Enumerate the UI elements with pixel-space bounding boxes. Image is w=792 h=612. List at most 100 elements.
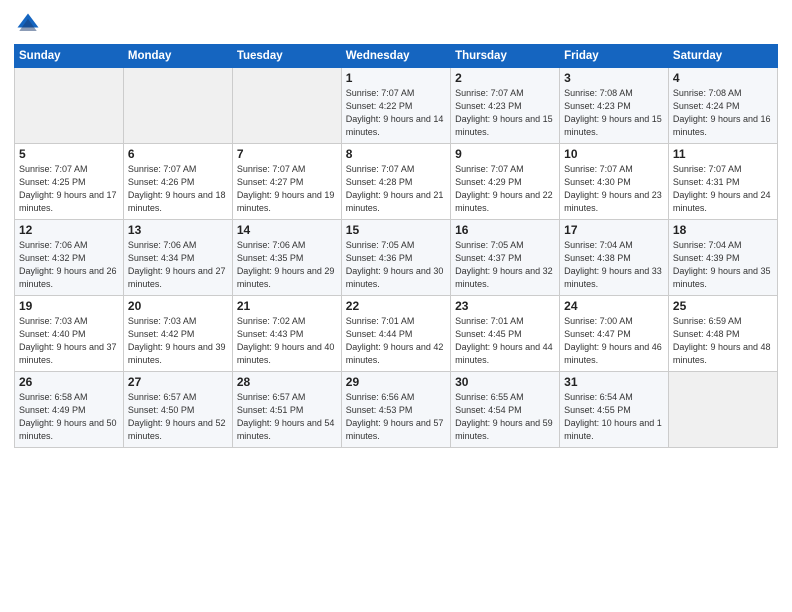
calendar-cell: 9 Sunrise: 7:07 AMSunset: 4:29 PMDaylight… (451, 144, 560, 220)
day-number: 10 (564, 147, 664, 161)
weekday-friday: Friday (560, 45, 669, 68)
day-number: 24 (564, 299, 664, 313)
calendar-cell: 30 Sunrise: 6:55 AMSunset: 4:54 PMDayligh… (451, 372, 560, 448)
weekday-header-row: SundayMondayTuesdayWednesdayThursdayFrid… (15, 45, 778, 68)
day-number: 17 (564, 223, 664, 237)
day-number: 30 (455, 375, 555, 389)
day-info: Sunrise: 7:05 AMSunset: 4:37 PMDaylight:… (455, 239, 555, 291)
weekday-wednesday: Wednesday (341, 45, 450, 68)
day-info: Sunrise: 7:04 AMSunset: 4:38 PMDaylight:… (564, 239, 664, 291)
day-number: 15 (346, 223, 446, 237)
day-number: 20 (128, 299, 228, 313)
day-number: 2 (455, 71, 555, 85)
day-info: Sunrise: 6:54 AMSunset: 4:55 PMDaylight:… (564, 391, 664, 443)
day-info: Sunrise: 7:03 AMSunset: 4:42 PMDaylight:… (128, 315, 228, 367)
day-number: 29 (346, 375, 446, 389)
calendar-cell: 10 Sunrise: 7:07 AMSunset: 4:30 PMDayligh… (560, 144, 669, 220)
calendar-cell: 16Sunrise: 7:05 AMSunset: 4:37 PMDayligh… (451, 220, 560, 296)
day-number: 6 (128, 147, 228, 161)
day-info: Sunrise: 7:06 AMSunset: 4:34 PMDaylight:… (128, 239, 228, 291)
day-number: 4 (673, 71, 773, 85)
day-number: 21 (237, 299, 337, 313)
calendar-cell: 13 Sunrise: 7:06 AMSunset: 4:34 PMDayligh… (123, 220, 232, 296)
calendar-cell: 18 Sunrise: 7:04 AMSunset: 4:39 PMDayligh… (668, 220, 777, 296)
calendar-cell: 5 Sunrise: 7:07 AMSunset: 4:25 PMDaylight… (15, 144, 124, 220)
calendar-cell: 27Sunrise: 6:57 AMSunset: 4:50 PMDayligh… (123, 372, 232, 448)
calendar-cell: 2 Sunrise: 7:07 AMSunset: 4:23 PMDaylight… (451, 68, 560, 144)
day-info: Sunrise: 7:07 AMSunset: 4:29 PMDaylight:… (455, 163, 555, 215)
day-info: Sunrise: 7:07 AMSunset: 4:27 PMDaylight:… (237, 163, 337, 215)
calendar-cell (668, 372, 777, 448)
calendar-cell: 8 Sunrise: 7:07 AMSunset: 4:28 PMDaylight… (341, 144, 450, 220)
day-info: Sunrise: 7:08 AMSunset: 4:23 PMDaylight:… (564, 87, 664, 139)
weekday-saturday: Saturday (668, 45, 777, 68)
day-info: Sunrise: 6:56 AMSunset: 4:53 PMDaylight:… (346, 391, 446, 443)
day-number: 18 (673, 223, 773, 237)
calendar-cell: 28Sunrise: 6:57 AMSunset: 4:51 PMDayligh… (232, 372, 341, 448)
day-info: Sunrise: 7:04 AMSunset: 4:39 PMDaylight:… (673, 239, 773, 291)
calendar-cell: 21 Sunrise: 7:02 AMSunset: 4:43 PMDayligh… (232, 296, 341, 372)
calendar-table: SundayMondayTuesdayWednesdayThursdayFrid… (14, 44, 778, 448)
day-info: Sunrise: 6:59 AMSunset: 4:48 PMDaylight:… (673, 315, 773, 367)
weekday-sunday: Sunday (15, 45, 124, 68)
week-row-1: 1 Sunrise: 7:07 AMSunset: 4:22 PMDaylight… (15, 68, 778, 144)
day-number: 9 (455, 147, 555, 161)
weekday-tuesday: Tuesday (232, 45, 341, 68)
day-number: 27 (128, 375, 228, 389)
calendar-cell: 20 Sunrise: 7:03 AMSunset: 4:42 PMDayligh… (123, 296, 232, 372)
day-number: 5 (19, 147, 119, 161)
day-number: 22 (346, 299, 446, 313)
page-header (14, 10, 778, 38)
day-info: Sunrise: 6:58 AMSunset: 4:49 PMDaylight:… (19, 391, 119, 443)
calendar-cell: 11 Sunrise: 7:07 AMSunset: 4:31 PMDayligh… (668, 144, 777, 220)
day-number: 3 (564, 71, 664, 85)
day-number: 26 (19, 375, 119, 389)
calendar-cell (123, 68, 232, 144)
day-info: Sunrise: 7:07 AMSunset: 4:23 PMDaylight:… (455, 87, 555, 139)
day-number: 25 (673, 299, 773, 313)
day-number: 11 (673, 147, 773, 161)
calendar-cell: 25 Sunrise: 6:59 AMSunset: 4:48 PMDayligh… (668, 296, 777, 372)
day-info: Sunrise: 7:07 AMSunset: 4:22 PMDaylight:… (346, 87, 446, 139)
day-number: 23 (455, 299, 555, 313)
week-row-5: 26 Sunrise: 6:58 AMSunset: 4:49 PMDayligh… (15, 372, 778, 448)
day-info: Sunrise: 7:07 AMSunset: 4:25 PMDaylight:… (19, 163, 119, 215)
day-info: Sunrise: 7:01 AMSunset: 4:44 PMDaylight:… (346, 315, 446, 367)
day-info: Sunrise: 7:06 AMSunset: 4:35 PMDaylight:… (237, 239, 337, 291)
day-info: Sunrise: 7:07 AMSunset: 4:31 PMDaylight:… (673, 163, 773, 215)
calendar-cell (232, 68, 341, 144)
calendar-cell: 12Sunrise: 7:06 AMSunset: 4:32 PMDayligh… (15, 220, 124, 296)
weekday-thursday: Thursday (451, 45, 560, 68)
day-info: Sunrise: 7:02 AMSunset: 4:43 PMDaylight:… (237, 315, 337, 367)
day-info: Sunrise: 7:05 AMSunset: 4:36 PMDaylight:… (346, 239, 446, 291)
logo-icon (14, 10, 42, 38)
calendar-cell: 19Sunrise: 7:03 AMSunset: 4:40 PMDayligh… (15, 296, 124, 372)
calendar-cell: 1 Sunrise: 7:07 AMSunset: 4:22 PMDaylight… (341, 68, 450, 144)
day-info: Sunrise: 7:01 AMSunset: 4:45 PMDaylight:… (455, 315, 555, 367)
day-info: Sunrise: 7:06 AMSunset: 4:32 PMDaylight:… (19, 239, 119, 291)
day-info: Sunrise: 6:55 AMSunset: 4:54 PMDaylight:… (455, 391, 555, 443)
calendar-cell: 31 Sunrise: 6:54 AMSunset: 4:55 PMDayligh… (560, 372, 669, 448)
day-number: 19 (19, 299, 119, 313)
day-number: 31 (564, 375, 664, 389)
day-number: 28 (237, 375, 337, 389)
day-info: Sunrise: 7:07 AMSunset: 4:26 PMDaylight:… (128, 163, 228, 215)
weekday-monday: Monday (123, 45, 232, 68)
day-info: Sunrise: 7:07 AMSunset: 4:30 PMDaylight:… (564, 163, 664, 215)
week-row-3: 12Sunrise: 7:06 AMSunset: 4:32 PMDayligh… (15, 220, 778, 296)
calendar-cell: 15 Sunrise: 7:05 AMSunset: 4:36 PMDayligh… (341, 220, 450, 296)
calendar-cell: 29 Sunrise: 6:56 AMSunset: 4:53 PMDayligh… (341, 372, 450, 448)
day-number: 1 (346, 71, 446, 85)
day-info: Sunrise: 7:08 AMSunset: 4:24 PMDaylight:… (673, 87, 773, 139)
day-number: 7 (237, 147, 337, 161)
day-info: Sunrise: 7:07 AMSunset: 4:28 PMDaylight:… (346, 163, 446, 215)
calendar-cell: 7 Sunrise: 7:07 AMSunset: 4:27 PMDaylight… (232, 144, 341, 220)
calendar-cell: 14Sunrise: 7:06 AMSunset: 4:35 PMDayligh… (232, 220, 341, 296)
calendar-cell: 4 Sunrise: 7:08 AMSunset: 4:24 PMDaylight… (668, 68, 777, 144)
week-row-2: 5 Sunrise: 7:07 AMSunset: 4:25 PMDaylight… (15, 144, 778, 220)
day-number: 8 (346, 147, 446, 161)
calendar-cell: 26 Sunrise: 6:58 AMSunset: 4:49 PMDayligh… (15, 372, 124, 448)
day-number: 13 (128, 223, 228, 237)
calendar-cell: 23 Sunrise: 7:01 AMSunset: 4:45 PMDayligh… (451, 296, 560, 372)
calendar-cell (15, 68, 124, 144)
